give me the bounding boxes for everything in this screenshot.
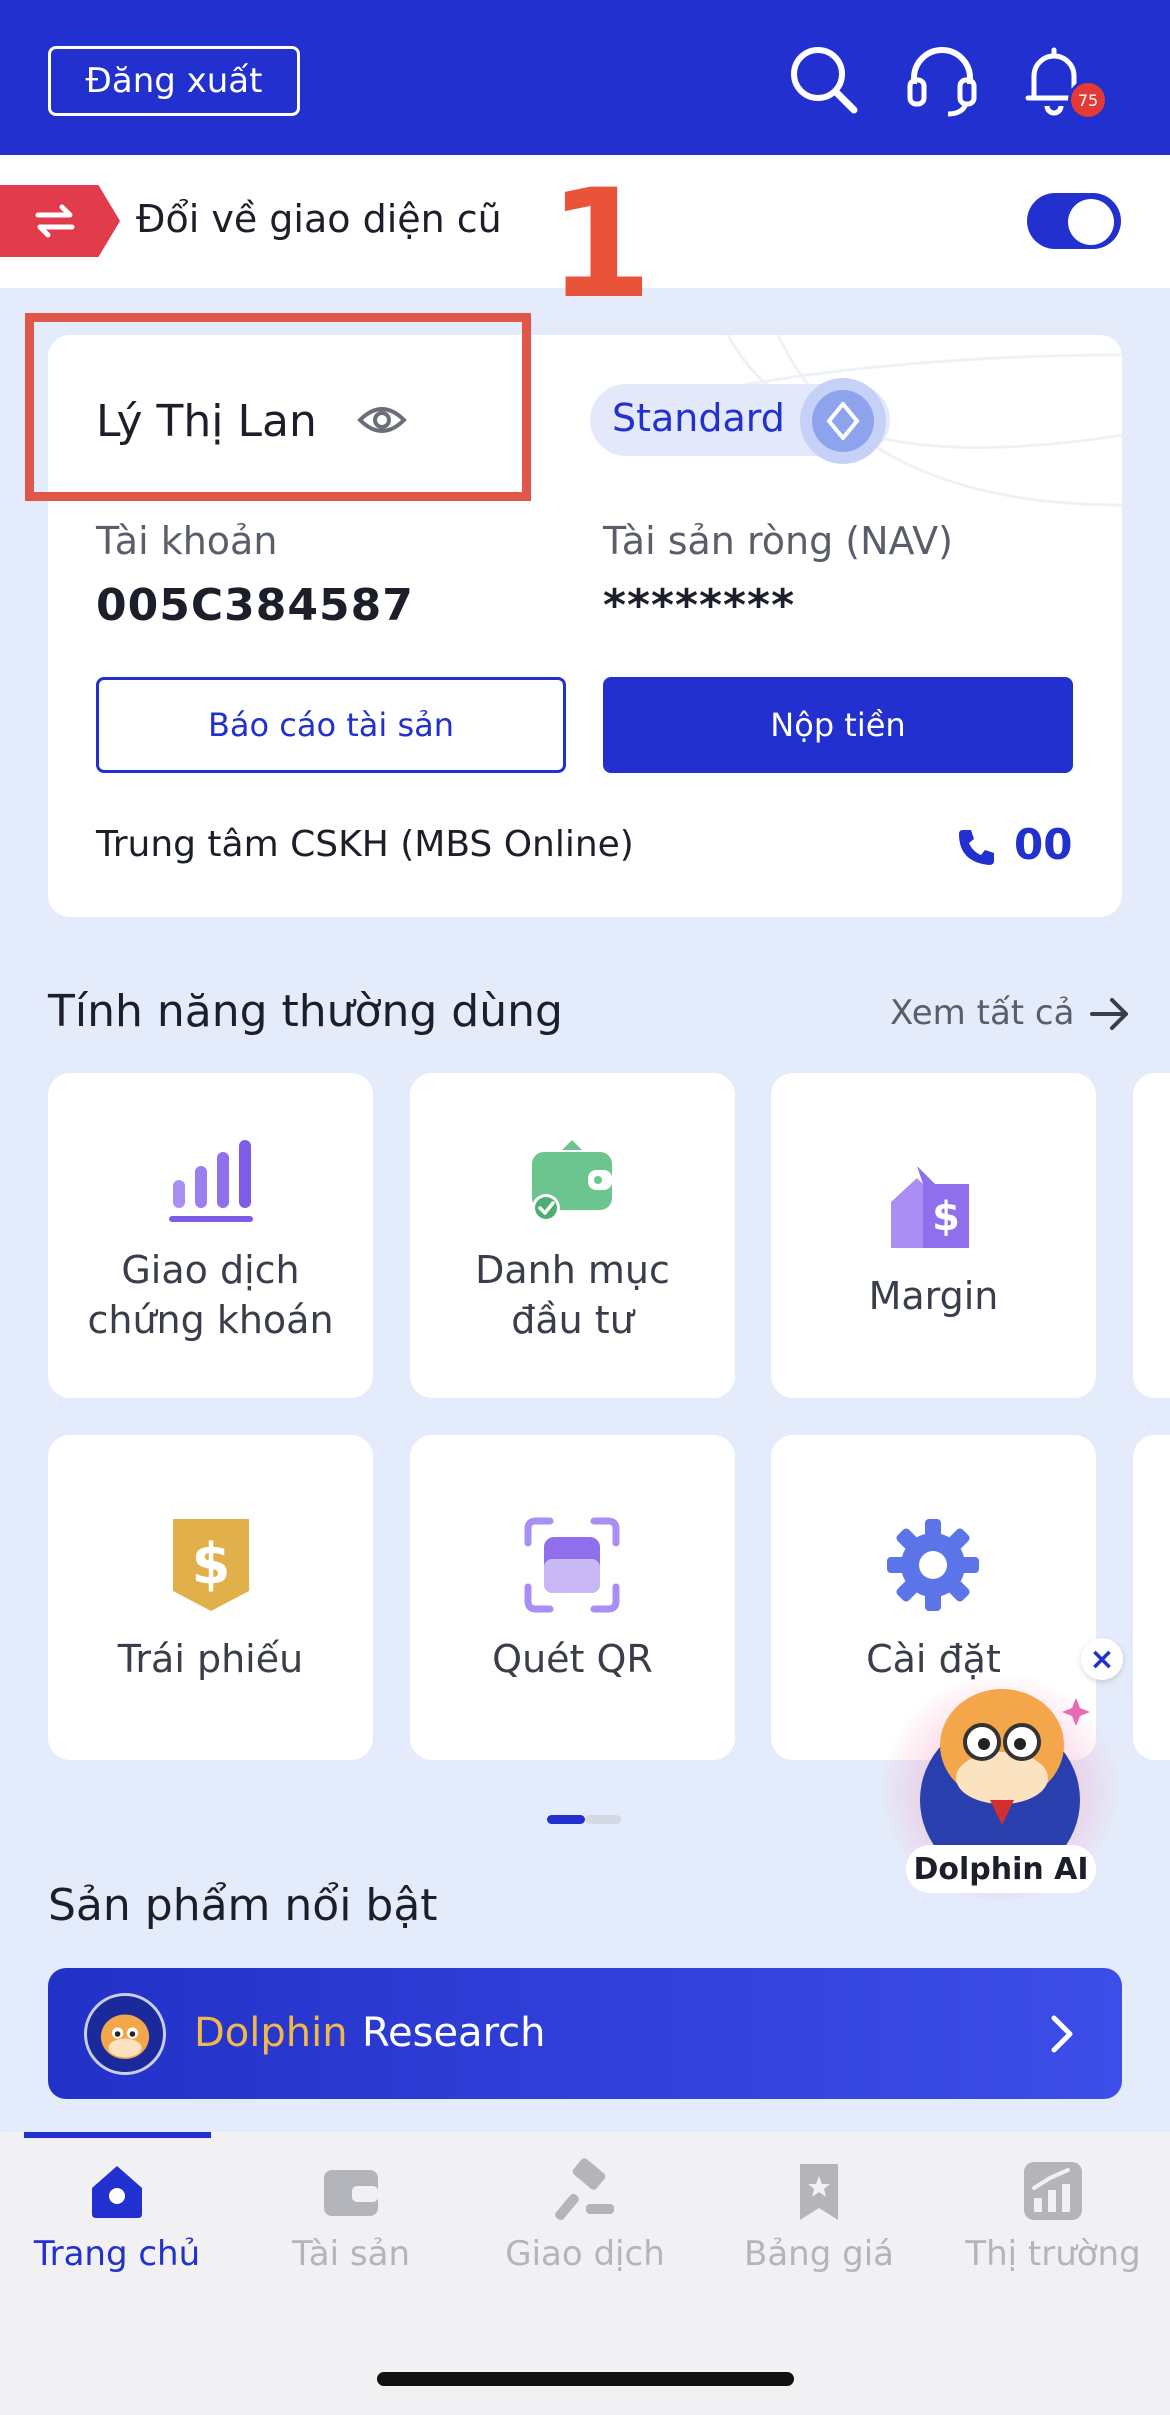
- active-tab-indicator: [24, 2132, 211, 2138]
- bar-chart-icon: [169, 1140, 253, 1222]
- research-brand-word: Dolphin: [194, 2010, 348, 2056]
- wallet-icon: [324, 2170, 378, 2216]
- feature-label: Margin: [868, 1274, 999, 1318]
- feature-label: Trái phiếu: [117, 1637, 304, 1681]
- svg-text:$: $: [192, 1532, 231, 1597]
- feature-tile-peek[interactable]: [1133, 1435, 1170, 1760]
- nav-value: ********: [603, 580, 796, 631]
- tier-label: Standard: [612, 396, 785, 440]
- headset-icon[interactable]: [902, 40, 982, 120]
- feature-tile-peek[interactable]: [1133, 1073, 1170, 1398]
- feature-tile-trading[interactable]: [48, 1073, 373, 1398]
- tab-price-board[interactable]: Bảng giá: [702, 2150, 936, 2280]
- bookmark-star-icon: [800, 2164, 838, 2220]
- featured-title: Sản phẩm nổi bật: [48, 1880, 438, 1931]
- feature-label-line1: Giao dịch: [121, 1248, 300, 1292]
- tab-label: Thị trường: [965, 2234, 1141, 2274]
- feature-label-line1: Danh mục: [475, 1248, 670, 1292]
- tab-label: Bảng giá: [744, 2234, 894, 2274]
- gear-icon: [887, 1519, 979, 1611]
- dolphin-avatar-icon: [100, 2014, 150, 2060]
- support-center-label: Trung tâm CSKH (MBS Online): [96, 824, 634, 865]
- asset-report-button[interactable]: Báo cáo tài sản: [96, 677, 566, 773]
- qr-scan-icon: [524, 1517, 620, 1613]
- arrow-right-icon[interactable]: [1088, 994, 1132, 1034]
- gavel-icon: [555, 2158, 614, 2221]
- logout-button[interactable]: Đăng xuất: [48, 46, 300, 116]
- wallet-icon: [532, 1140, 612, 1222]
- tab-label: Tài sản: [292, 2234, 410, 2274]
- chevron-right-icon: [1051, 2015, 1073, 2053]
- account-label: Tài khoản: [96, 519, 278, 563]
- market-chart-icon: [1024, 2162, 1082, 2220]
- research-title-word: Research: [362, 2010, 546, 2056]
- feature-tile-portfolio[interactable]: [410, 1073, 735, 1398]
- nav-label: Tài sản ròng (NAV): [603, 519, 953, 563]
- eye-icon[interactable]: [357, 398, 407, 442]
- dolphin-ai-label[interactable]: Dolphin AI: [906, 1845, 1096, 1893]
- see-all-link[interactable]: Xem tất cả: [890, 993, 1074, 1033]
- margin-house-icon: $: [891, 1166, 969, 1248]
- tab-trade[interactable]: Giao dịch: [468, 2150, 702, 2280]
- svg-text:$: $: [932, 1194, 960, 1240]
- toggle-knob: [1068, 199, 1114, 245]
- dolphin-close-button[interactable]: ×: [1081, 1638, 1123, 1680]
- feature-label-line2: đầu tư: [511, 1298, 634, 1342]
- switch-interface-label: Đổi về giao diện cũ: [136, 197, 502, 241]
- tab-market[interactable]: Thị trường: [936, 2150, 1170, 2280]
- feature-label-line2: chứng khoán: [87, 1298, 334, 1342]
- step-annotation-number: 1: [548, 158, 653, 332]
- bond-dollar-icon: $: [173, 1519, 249, 1611]
- feature-label: Quét QR: [492, 1637, 653, 1681]
- pagination-dot-active: [547, 1815, 585, 1824]
- tab-label: Trang chủ: [33, 2234, 201, 2274]
- user-name: Lý Thị Lan: [96, 396, 317, 447]
- features-title: Tính năng thường dùng: [48, 986, 563, 1037]
- diamond-icon: [826, 402, 860, 440]
- tab-label: Giao dịch: [505, 2234, 665, 2274]
- phone-icon[interactable]: [955, 826, 997, 868]
- tab-home[interactable]: Trang chủ: [0, 2150, 234, 2280]
- home-indicator: [377, 2372, 794, 2386]
- home-icon: [92, 2166, 142, 2218]
- search-icon[interactable]: [784, 40, 864, 120]
- deposit-button[interactable]: Nộp tiền: [603, 677, 1073, 773]
- tab-assets[interactable]: Tài sản: [234, 2150, 468, 2280]
- pagination-dot: [585, 1815, 621, 1824]
- notification-badge: 75: [1068, 80, 1108, 120]
- dolphin-research-avatar: [84, 1993, 166, 2075]
- account-number: 005C384587: [96, 580, 414, 631]
- support-number[interactable]: 00: [1014, 820, 1072, 869]
- swap-arrows-icon: [35, 204, 75, 238]
